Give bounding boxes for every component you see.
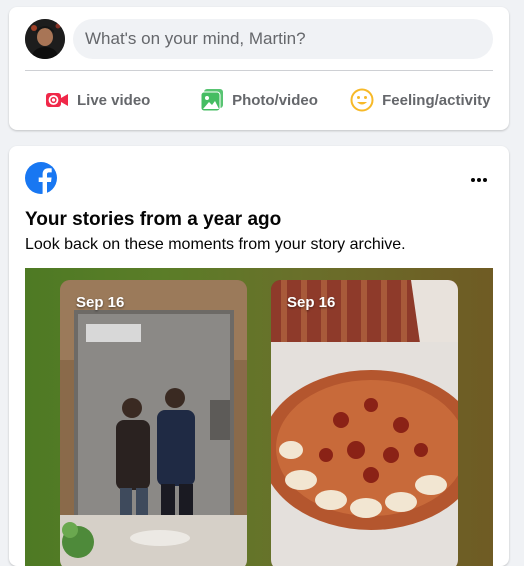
live-video-icon (45, 88, 69, 112)
live-video-button[interactable]: Live video (17, 79, 178, 121)
photo-video-icon (200, 88, 224, 112)
memories-title: Your stories from a year ago (25, 209, 282, 230)
photo-video-label: Photo/video (232, 91, 318, 109)
story-thumbnail (271, 280, 458, 566)
live-video-label: Live video (76, 91, 151, 109)
user-avatar[interactable] (25, 19, 65, 59)
memories-card: Your stories from a year ago Look back o… (9, 146, 509, 566)
post-composer-card: Live video Photo/video (9, 7, 509, 130)
stories-carousel: Sep 16 Sep 16 (25, 268, 493, 566)
story-card[interactable]: Sep 16 (271, 280, 458, 566)
memories-subtitle: Look back on these moments from your sto… (25, 236, 406, 253)
facebook-logo-icon (25, 162, 57, 194)
composer-divider (25, 70, 493, 71)
feeling-activity-button[interactable]: Feeling/activity (340, 79, 501, 121)
photo-video-button[interactable]: Photo/video (178, 79, 339, 121)
story-card[interactable]: Sep 16 (60, 280, 247, 566)
story-thumbnail (60, 280, 247, 566)
more-options-button[interactable] (461, 164, 497, 194)
feeling-activity-icon (350, 88, 374, 112)
more-options-icon (469, 170, 489, 188)
whats-on-your-mind-input[interactable] (73, 19, 493, 59)
composer-actions: Live video Photo/video Feeling/activity (17, 79, 501, 121)
feeling-activity-label: Feeling/activity (382, 91, 491, 109)
story-date: Sep 16 (76, 294, 125, 311)
story-date: Sep 16 (287, 294, 336, 311)
